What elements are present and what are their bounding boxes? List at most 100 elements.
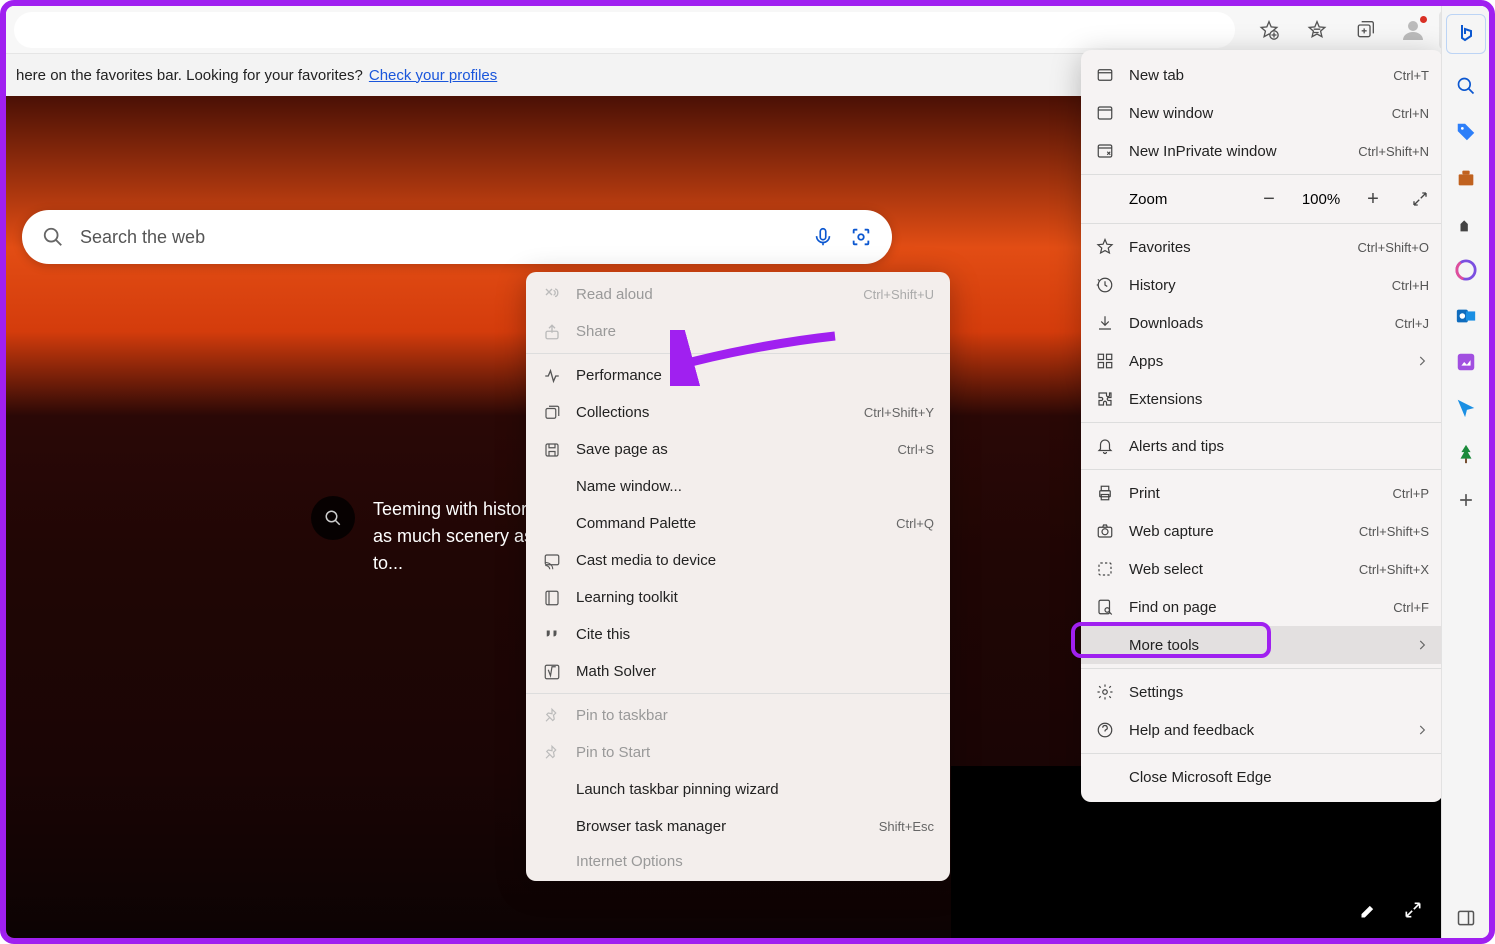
learning-toolkit-item[interactable]: Learning toolkit xyxy=(526,579,950,616)
games-icon[interactable] xyxy=(1446,204,1486,244)
tools-icon[interactable] xyxy=(1446,158,1486,198)
expand-icon[interactable] xyxy=(1403,900,1423,920)
fullscreen-button[interactable] xyxy=(1411,190,1429,208)
cast-media-item[interactable]: Cast media to device xyxy=(526,542,950,579)
collections-icon xyxy=(542,403,562,423)
pin-taskbar-item: Pin to taskbar xyxy=(526,697,950,734)
quote-icon xyxy=(542,625,562,645)
performance-icon xyxy=(542,366,562,386)
apps-icon xyxy=(1095,351,1115,371)
settings-item[interactable]: Settings xyxy=(1081,673,1443,711)
name-window-item[interactable]: Name window... xyxy=(526,468,950,505)
read-aloud-icon xyxy=(542,285,562,305)
sidebar-settings-icon[interactable] xyxy=(1446,898,1486,938)
cast-icon xyxy=(542,551,562,571)
new-tab-icon xyxy=(1095,65,1115,85)
pin-icon xyxy=(542,743,562,763)
outlook-icon[interactable] xyxy=(1446,296,1486,336)
share-icon xyxy=(542,322,562,342)
image-search-icon[interactable] xyxy=(850,226,872,248)
add-sidebar-icon[interactable] xyxy=(1446,480,1486,520)
read-aloud-item: Read aloud Ctrl+Shift+U xyxy=(526,276,950,313)
bell-icon xyxy=(1095,436,1115,456)
image-creator-icon[interactable] xyxy=(1446,342,1486,382)
settings-menu: New tab Ctrl+T New window Ctrl+N New InP… xyxy=(1081,50,1443,802)
save-page-item[interactable]: Save page as Ctrl+S xyxy=(526,431,950,468)
edit-icon[interactable] xyxy=(1359,900,1379,920)
web-capture-item[interactable]: Web capture Ctrl+Shift+S xyxy=(1081,512,1443,550)
share-item: Share xyxy=(526,313,950,350)
zoom-row: Zoom − 100% + xyxy=(1081,179,1443,219)
new-inprivate-item[interactable]: New InPrivate window Ctrl+Shift+N xyxy=(1081,132,1443,170)
new-window-item[interactable]: New window Ctrl+N xyxy=(1081,94,1443,132)
shopping-tag-icon[interactable] xyxy=(1446,112,1486,152)
math-icon xyxy=(542,662,562,682)
drop-icon[interactable] xyxy=(1446,388,1486,428)
m365-icon[interactable] xyxy=(1446,250,1486,290)
launch-pinning-wizard-item[interactable]: Launch taskbar pinning wizard xyxy=(526,771,950,808)
printer-icon xyxy=(1095,483,1115,503)
puzzle-icon xyxy=(1095,389,1115,409)
book-icon xyxy=(542,588,562,608)
chevron-right-icon xyxy=(1415,638,1429,652)
save-icon xyxy=(542,440,562,460)
favorites-bar-text: here on the favorites bar. Looking for y… xyxy=(16,67,363,84)
find-icon xyxy=(1095,597,1115,617)
star-icon xyxy=(1095,237,1115,257)
search-icon xyxy=(42,226,64,248)
history-item[interactable]: History Ctrl+H xyxy=(1081,266,1443,304)
favorites-icon[interactable] xyxy=(1295,10,1339,50)
close-edge-item[interactable]: Close Microsoft Edge xyxy=(1081,758,1443,796)
more-tools-item[interactable]: More tools xyxy=(1081,626,1443,664)
camera-icon xyxy=(1095,521,1115,541)
add-favorite-icon[interactable] xyxy=(1247,10,1291,50)
search-placeholder: Search the web xyxy=(80,227,812,248)
find-on-page-item[interactable]: Find on page Ctrl+F xyxy=(1081,588,1443,626)
task-manager-item[interactable]: Browser task manager Shift+Esc xyxy=(526,808,950,845)
profile-icon[interactable] xyxy=(1391,10,1435,50)
zoom-in-button[interactable]: + xyxy=(1359,188,1387,211)
internet-options-item: Internet Options xyxy=(526,845,950,877)
select-icon xyxy=(1095,559,1115,579)
command-palette-item[interactable]: Command Palette Ctrl+Q xyxy=(526,505,950,542)
more-tools-submenu: Read aloud Ctrl+Shift+U Share Performanc… xyxy=(526,272,950,881)
search-sidebar-icon[interactable] xyxy=(1446,66,1486,106)
inprivate-icon xyxy=(1095,141,1115,161)
collections-icon[interactable] xyxy=(1343,10,1387,50)
performance-item[interactable]: Performance xyxy=(526,357,950,394)
pin-icon xyxy=(542,706,562,726)
print-item[interactable]: Print Ctrl+P xyxy=(1081,474,1443,512)
zoom-out-button[interactable]: − xyxy=(1255,188,1283,211)
window-icon xyxy=(1095,103,1115,123)
voice-search-icon[interactable] xyxy=(812,226,834,248)
edge-sidebar xyxy=(1441,6,1489,938)
bing-chat-icon[interactable] xyxy=(1446,14,1486,54)
collections-item[interactable]: Collections Ctrl+Shift+Y xyxy=(526,394,950,431)
zoom-value: 100% xyxy=(1297,191,1345,208)
gear-icon xyxy=(1095,682,1115,702)
chevron-right-icon xyxy=(1415,723,1429,737)
apps-item[interactable]: Apps xyxy=(1081,342,1443,380)
web-select-item[interactable]: Web select Ctrl+Shift+X xyxy=(1081,550,1443,588)
alerts-item[interactable]: Alerts and tips xyxy=(1081,427,1443,465)
tree-icon[interactable] xyxy=(1446,434,1486,474)
new-tab-item[interactable]: New tab Ctrl+T xyxy=(1081,56,1443,94)
pin-start-item: Pin to Start xyxy=(526,734,950,771)
browser-toolbar xyxy=(6,6,1489,54)
favorites-item[interactable]: Favorites Ctrl+Shift+O xyxy=(1081,228,1443,266)
extensions-item[interactable]: Extensions xyxy=(1081,380,1443,418)
search-bar[interactable]: Search the web xyxy=(22,210,892,264)
background-caption: Teeming with history as much scenery as … xyxy=(311,496,552,577)
help-item[interactable]: Help and feedback xyxy=(1081,711,1443,749)
caption-search-icon[interactable] xyxy=(311,496,355,540)
math-solver-item[interactable]: Math Solver xyxy=(526,653,950,690)
check-profiles-link[interactable]: Check your profiles xyxy=(369,67,497,84)
downloads-item[interactable]: Downloads Ctrl+J xyxy=(1081,304,1443,342)
download-icon xyxy=(1095,313,1115,333)
help-icon xyxy=(1095,720,1115,740)
address-bar[interactable] xyxy=(14,12,1235,48)
cite-this-item[interactable]: Cite this xyxy=(526,616,950,653)
history-icon xyxy=(1095,275,1115,295)
content-corner-icons xyxy=(1359,900,1423,920)
chevron-right-icon xyxy=(1415,354,1429,368)
